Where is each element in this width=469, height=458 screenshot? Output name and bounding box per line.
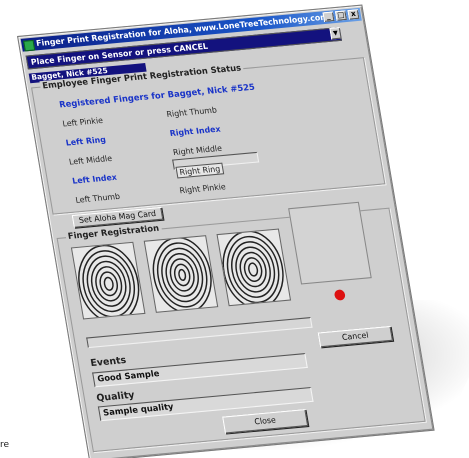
app-icon [23,39,36,52]
minimize-button[interactable]: _ [322,11,335,22]
fingerprint-icon [78,244,140,320]
chevron-down-icon[interactable]: ▼ [329,26,342,40]
registration-window: Finger Print Registration for Aloha, www… [17,4,435,458]
close-window-button[interactable]: x [347,9,360,20]
fingerprint-sample-2 [143,235,219,313]
fingerprint-icon [152,237,212,313]
footer-text: re [0,440,10,450]
scene: Finger Print Registration for Aloha, www… [0,0,469,458]
live-sensor-preview [288,201,372,285]
fingerprint-sample-3 [216,228,292,307]
maximize-button[interactable]: □ [334,10,347,21]
fingerprint-sample-1 [70,241,146,320]
fingerprint-icon [222,230,284,307]
